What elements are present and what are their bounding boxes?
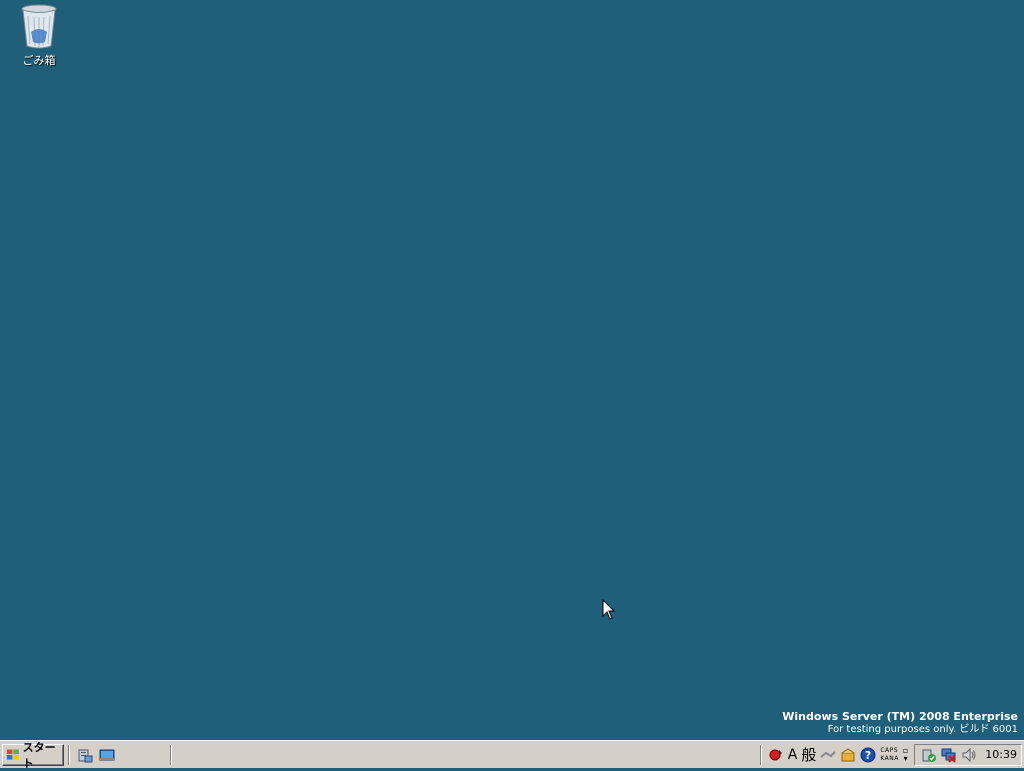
clock[interactable]: 10:39 bbox=[985, 748, 1017, 761]
ime-conversion-mode[interactable]: 般 bbox=[801, 745, 816, 765]
recycle-bin-label: ごみ箱 bbox=[22, 54, 56, 67]
taskband-grip[interactable] bbox=[170, 744, 172, 765]
quick-launch-show-desktop[interactable] bbox=[98, 746, 116, 764]
quick-launch-server-manager[interactable] bbox=[76, 746, 94, 764]
start-button[interactable]: スタート bbox=[2, 741, 64, 770]
ime-input-mode[interactable]: A bbox=[788, 745, 798, 765]
ime-tools-button[interactable] bbox=[840, 745, 856, 765]
mouse-cursor-icon bbox=[602, 599, 616, 620]
quick-launch-grip[interactable] bbox=[68, 744, 70, 765]
start-label: スタート bbox=[22, 740, 56, 770]
watermark-build: For testing purposes only. ビルド 6001 bbox=[827, 724, 1018, 735]
caps-kana-indicator: CAPS KANA bbox=[880, 747, 899, 763]
security-shield-icon[interactable] bbox=[921, 747, 937, 763]
language-bar-options[interactable]: ▫ ▾ bbox=[903, 745, 908, 765]
language-bar-grip[interactable] bbox=[759, 744, 762, 765]
ime-pad-button[interactable] bbox=[820, 745, 837, 765]
ime-tools-icon bbox=[841, 747, 855, 761]
recycle-bin-icon bbox=[21, 4, 57, 49]
kana-indicator: KANA bbox=[880, 754, 899, 762]
watermark-edition: Windows Server (TM) 2008 Enterprise bbox=[782, 710, 1018, 723]
windows-logo-icon bbox=[6, 748, 19, 760]
volume-icon[interactable] bbox=[961, 747, 977, 763]
language-bar: A 般 ? CAPS KANA ▫ ▾ bbox=[766, 743, 911, 767]
ime-icon-button[interactable] bbox=[768, 745, 784, 765]
taskbar: スタート A 般 ? CAPS KANA ▫ ▾ 10:39 bbox=[0, 740, 1024, 770]
notification-area: 10:39 bbox=[914, 743, 1022, 766]
ime-pad-icon bbox=[820, 750, 837, 758]
help-button[interactable]: ? bbox=[860, 745, 876, 765]
recycle-bin-desktop-icon[interactable]: ごみ箱 bbox=[14, 2, 64, 68]
ime-icon bbox=[769, 749, 782, 760]
network-disconnected-icon[interactable] bbox=[941, 747, 957, 763]
show-desktop-icon bbox=[99, 749, 115, 760]
help-icon: ? bbox=[860, 747, 876, 762]
svg-text:?: ? bbox=[865, 749, 871, 762]
os-watermark: Windows Server (TM) 2008 Enterprise For … bbox=[782, 710, 1018, 736]
server-manager-icon bbox=[78, 749, 93, 762]
chevron-down-icon: ▾ bbox=[903, 753, 908, 763]
caps-indicator: CAPS bbox=[880, 746, 899, 754]
